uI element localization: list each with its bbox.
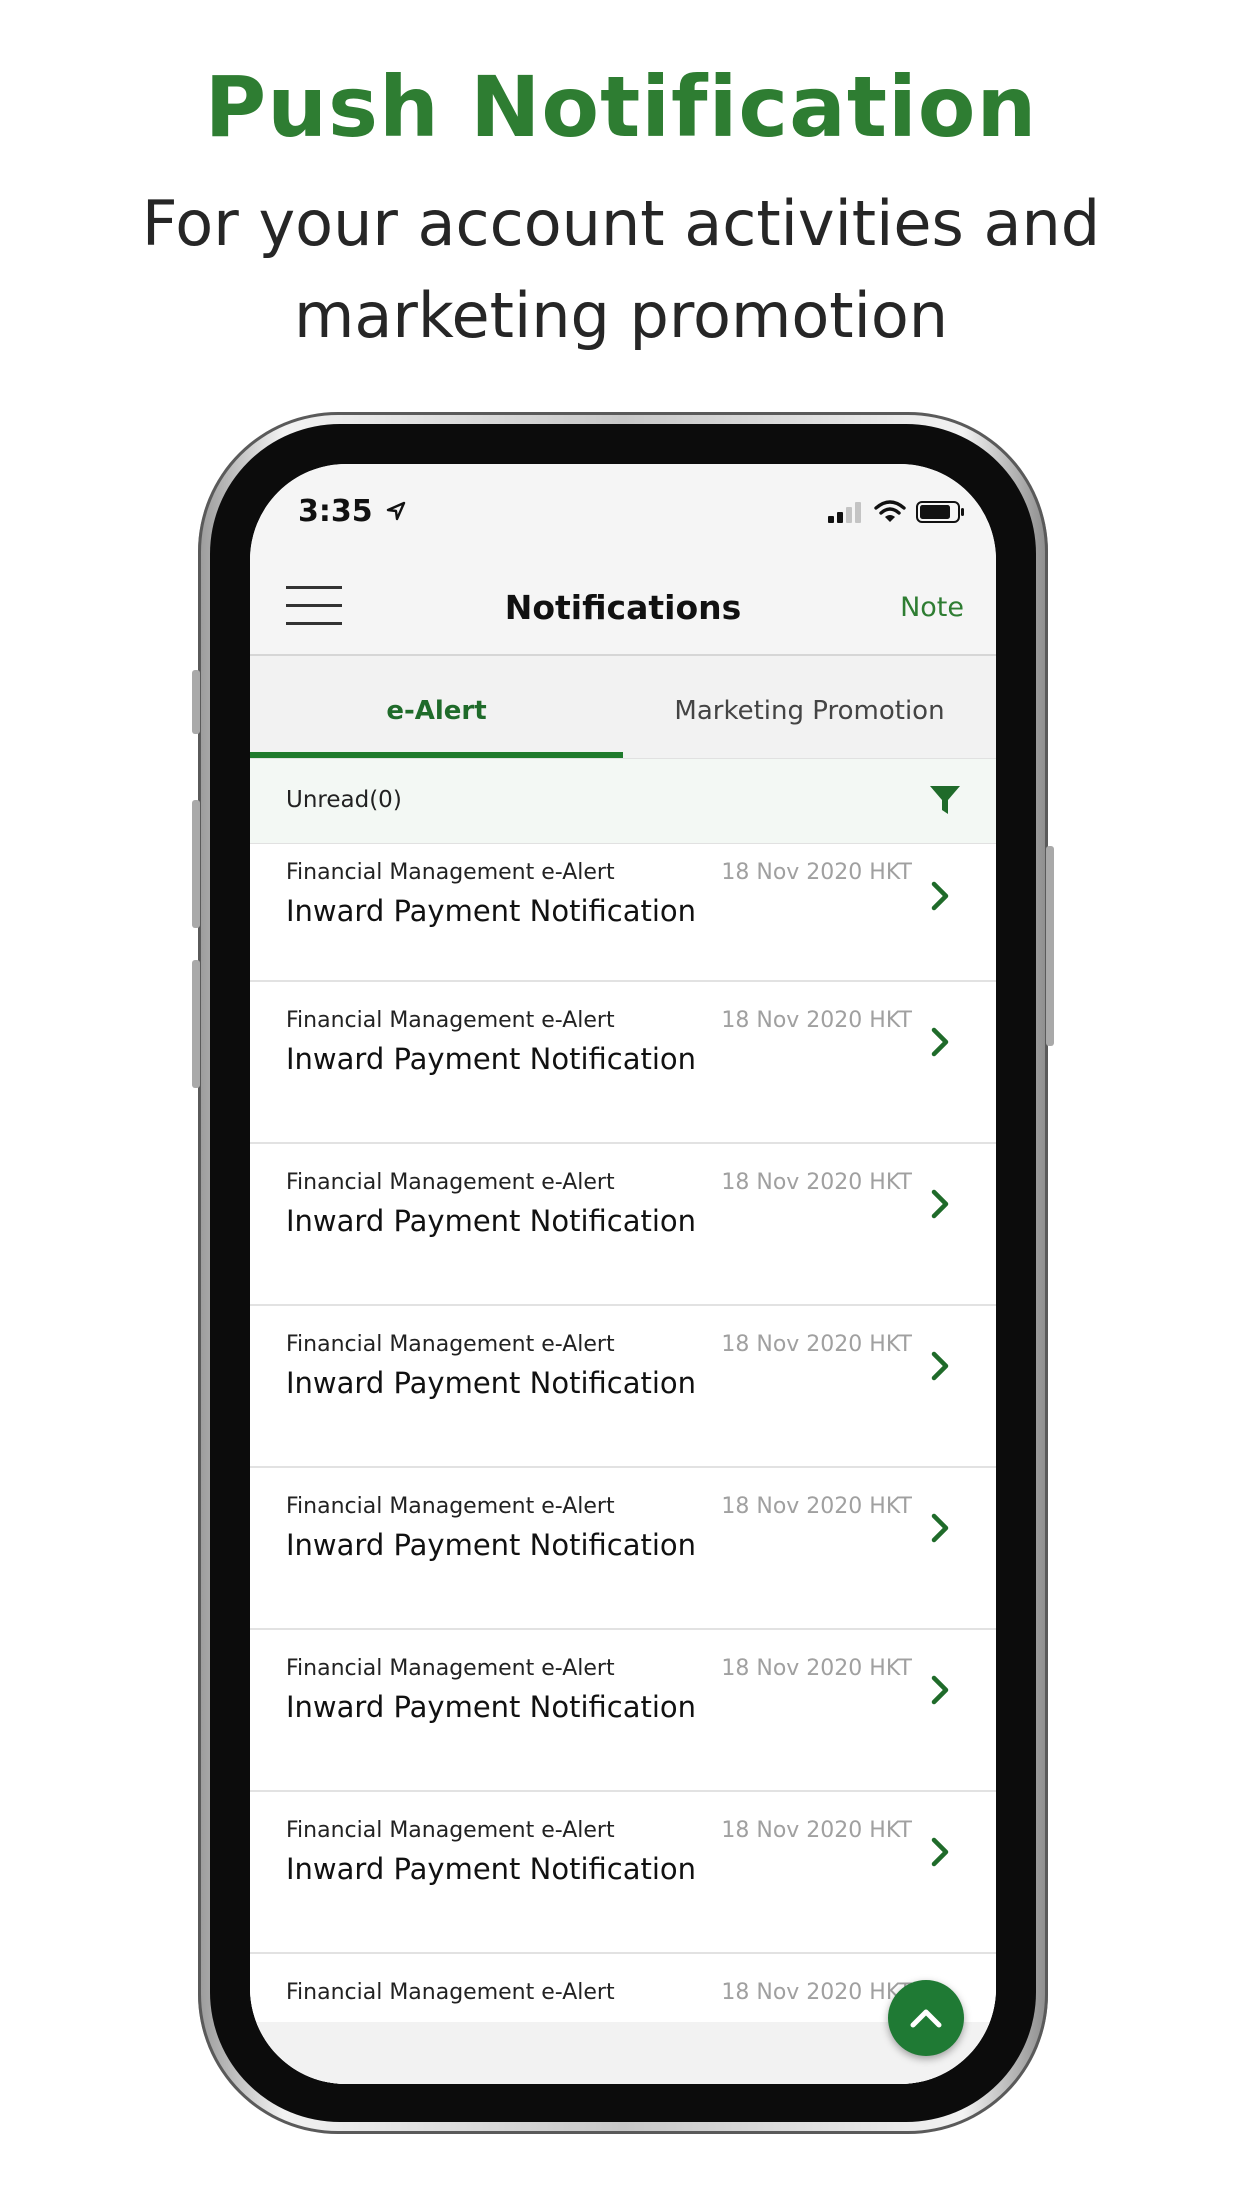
notification-category: Financial Management e-Alert bbox=[286, 1332, 615, 1357]
chevron-up-icon bbox=[910, 2009, 942, 2028]
chevron-right-icon bbox=[931, 1675, 949, 1705]
nav-bar: Notifications Note bbox=[250, 558, 996, 656]
phone-mute-switch bbox=[192, 670, 200, 734]
phone-power-button bbox=[1046, 846, 1054, 1046]
location-arrow-icon bbox=[386, 501, 406, 521]
chevron-right-icon bbox=[931, 1189, 949, 1219]
notification-title: Inward Payment Notification bbox=[286, 1366, 697, 1400]
chevron-right-icon bbox=[931, 1513, 949, 1543]
phone-screen: 3:35 Notifications Note e-Alert Marketin… bbox=[250, 464, 996, 2084]
bottom-bar bbox=[250, 2022, 996, 2084]
status-icons bbox=[828, 500, 966, 524]
notification-date: 18 Nov 2020 HKT bbox=[721, 1818, 912, 1843]
notification-item[interactable]: Financial Management e-Alert 18 Nov 2020… bbox=[250, 982, 996, 1144]
scroll-to-top-button[interactable] bbox=[888, 1980, 964, 2056]
notification-date: 18 Nov 2020 HKT bbox=[721, 1656, 912, 1681]
notification-category: Financial Management e-Alert bbox=[286, 1008, 615, 1033]
signal-icon bbox=[828, 502, 861, 523]
status-time: 3:35 bbox=[298, 494, 407, 529]
notification-date: 18 Nov 2020 HKT bbox=[721, 1980, 912, 2005]
note-link[interactable]: Note bbox=[900, 592, 964, 623]
notification-title: Inward Payment Notification bbox=[286, 1852, 697, 1886]
notification-item[interactable]: Financial Management e-Alert 18 Nov 2020… bbox=[250, 1630, 996, 1792]
filter-icon[interactable] bbox=[928, 783, 962, 817]
promo-headline: Push Notification bbox=[204, 58, 1038, 156]
filter-bar: Unread(0) bbox=[250, 758, 996, 844]
notification-title: Inward Payment Notification bbox=[286, 1042, 697, 1076]
tab-e-alert[interactable]: e-Alert bbox=[250, 656, 623, 758]
notification-item[interactable]: Financial Management e-Alert 18 Nov 2020… bbox=[250, 1306, 996, 1468]
page-title: Notifications bbox=[504, 588, 742, 627]
tab-bar: e-Alert Marketing Promotion bbox=[250, 656, 996, 758]
notification-date: 18 Nov 2020 HKT bbox=[721, 1170, 912, 1195]
notification-item[interactable]: Financial Management e-Alert 18 Nov 2020… bbox=[250, 1792, 996, 1954]
notification-category: Financial Management e-Alert bbox=[286, 1980, 615, 2005]
notification-title: Inward Payment Notification bbox=[286, 894, 697, 928]
notification-item[interactable]: Financial Management e-Alert 18 Nov 2020… bbox=[250, 1144, 996, 1306]
promo-page: Push Notification For your account activ… bbox=[0, 0, 1242, 2208]
notification-item[interactable]: Financial Management e-Alert 18 Nov 2020… bbox=[250, 844, 996, 982]
wifi-icon bbox=[874, 500, 906, 522]
notification-date: 18 Nov 2020 HKT bbox=[721, 1494, 912, 1519]
unread-count: Unread(0) bbox=[286, 787, 402, 813]
notification-category: Financial Management e-Alert bbox=[286, 1494, 615, 1519]
notification-date: 18 Nov 2020 HKT bbox=[721, 1008, 912, 1033]
promo-subline-line-2: marketing promotion bbox=[293, 279, 949, 352]
notification-date: 18 Nov 2020 HKT bbox=[721, 860, 912, 885]
notification-title: Inward Payment Notification bbox=[286, 1204, 697, 1238]
status-time-text: 3:35 bbox=[298, 494, 373, 529]
notification-item[interactable]: Financial Management e-Alert 18 Nov 2020… bbox=[250, 1468, 996, 1630]
notification-category: Financial Management e-Alert bbox=[286, 1170, 615, 1195]
tab-marketing-promotion[interactable]: Marketing Promotion bbox=[623, 656, 996, 758]
notification-category: Financial Management e-Alert bbox=[286, 1656, 615, 1681]
notification-category: Financial Management e-Alert bbox=[286, 1818, 615, 1843]
notification-date: 18 Nov 2020 HKT bbox=[721, 1332, 912, 1357]
chevron-right-icon bbox=[931, 1351, 949, 1381]
phone-volume-up-button bbox=[192, 800, 200, 928]
chevron-right-icon bbox=[931, 1837, 949, 1867]
status-bar: 3:35 bbox=[250, 464, 996, 558]
battery-icon bbox=[916, 501, 964, 523]
notification-list: Financial Management e-Alert 18 Nov 2020… bbox=[250, 844, 996, 2084]
promo-subline: For your account activities and marketin… bbox=[0, 178, 1242, 362]
notification-title: Inward Payment Notification bbox=[286, 1690, 697, 1724]
phone-volume-down-button bbox=[192, 960, 200, 1088]
chevron-right-icon bbox=[931, 1027, 949, 1057]
notification-title: Inward Payment Notification bbox=[286, 1528, 697, 1562]
notification-category: Financial Management e-Alert bbox=[286, 860, 615, 885]
chevron-right-icon bbox=[931, 881, 949, 911]
promo-subline-line-1: For your account activities and bbox=[141, 187, 1101, 260]
